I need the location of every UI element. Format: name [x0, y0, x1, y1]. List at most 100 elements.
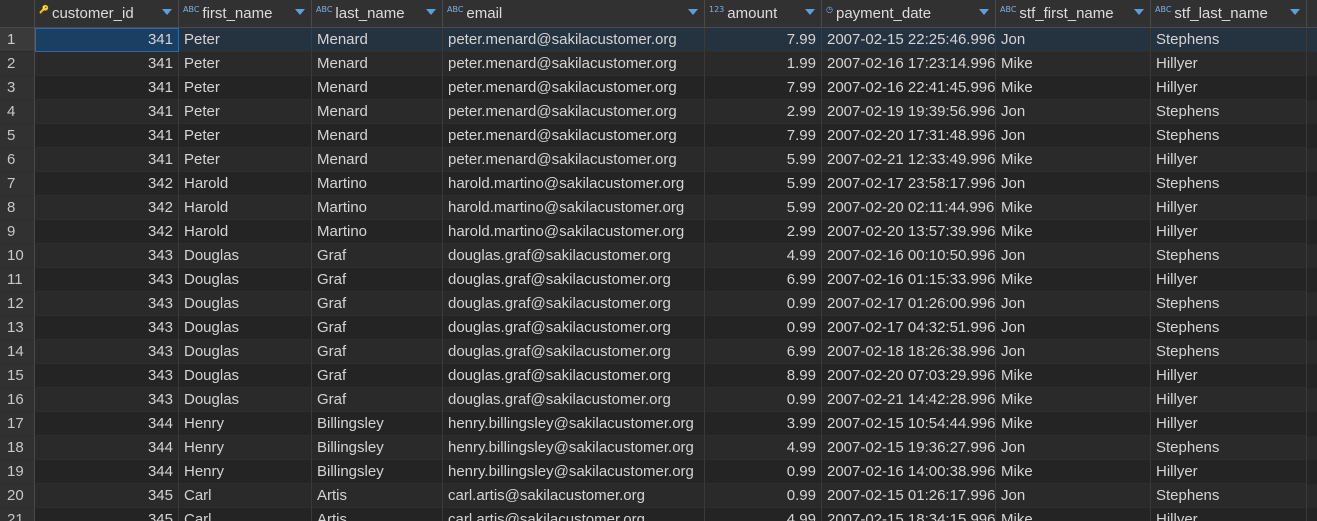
cell-customer-id[interactable]: 345: [35, 484, 179, 508]
cell-payment-date[interactable]: 2007-02-21 12:33:49.996: [822, 148, 996, 172]
cell-last-name[interactable]: Menard: [312, 100, 443, 124]
sort-filter-chevron-icon[interactable]: [688, 9, 698, 15]
cell-customer-id[interactable]: 341: [35, 148, 179, 172]
cell-payment-date[interactable]: 2007-02-17 01:26:00.996: [822, 292, 996, 316]
cell-stf-first-name[interactable]: Mike: [996, 460, 1151, 484]
table-row[interactable]: 11 343 Douglas Graf douglas.graf@sakilacusto…: [0, 268, 1317, 292]
cell-first-name[interactable]: Harold: [179, 196, 312, 220]
cell-payment-date[interactable]: 2007-02-20 07:03:29.996: [822, 364, 996, 388]
cell-customer-id[interactable]: 341: [35, 52, 179, 76]
cell-first-name[interactable]: Douglas: [179, 268, 312, 292]
cell-first-name[interactable]: Douglas: [179, 388, 312, 412]
cell-last-name[interactable]: Graf: [312, 364, 443, 388]
cell-last-name[interactable]: Graf: [312, 388, 443, 412]
cell-stf-last-name[interactable]: Hillyer: [1151, 364, 1307, 388]
cell-stf-first-name[interactable]: Jon: [996, 244, 1151, 268]
cell-stf-last-name[interactable]: Stephens: [1151, 292, 1307, 316]
row-number[interactable]: 12: [0, 292, 35, 316]
cell-email[interactable]: peter.menard@sakilacustomer.org: [443, 124, 705, 148]
column-header-payment-date[interactable]: ◷ payment_date: [822, 0, 996, 27]
cell-email[interactable]: harold.martino@sakilacustomer.org: [443, 172, 705, 196]
cell-email[interactable]: douglas.graf@sakilacustomer.org: [443, 364, 705, 388]
table-row[interactable]: 9 342 Harold Martino harold.martino@sakilacu…: [0, 220, 1317, 244]
cell-first-name[interactable]: Peter: [179, 148, 312, 172]
cell-stf-last-name[interactable]: Stephens: [1151, 484, 1307, 508]
cell-email[interactable]: carl.artis@sakilacustomer.org: [443, 508, 705, 521]
cell-payment-date[interactable]: 2007-02-19 19:39:56.996: [822, 100, 996, 124]
cell-payment-date[interactable]: 2007-02-15 22:25:46.996: [822, 28, 996, 52]
cell-email[interactable]: douglas.graf@sakilacustomer.org: [443, 388, 705, 412]
cell-stf-first-name[interactable]: Mike: [996, 196, 1151, 220]
table-row[interactable]: 20 345 Carl Artis carl.artis@sakilacustomer.…: [0, 484, 1317, 508]
cell-stf-last-name[interactable]: Stephens: [1151, 244, 1307, 268]
column-header-customer-id[interactable]: 🔑 customer_id: [35, 0, 179, 27]
cell-stf-last-name[interactable]: Stephens: [1151, 124, 1307, 148]
cell-customer-id[interactable]: 342: [35, 196, 179, 220]
cell-stf-last-name[interactable]: Stephens: [1151, 340, 1307, 364]
cell-amount[interactable]: 3.99: [705, 412, 822, 436]
cell-stf-last-name[interactable]: Hillyer: [1151, 460, 1307, 484]
cell-amount[interactable]: 6.99: [705, 340, 822, 364]
cell-email[interactable]: douglas.graf@sakilacustomer.org: [443, 292, 705, 316]
cell-first-name[interactable]: Harold: [179, 220, 312, 244]
cell-first-name[interactable]: Carl: [179, 508, 312, 521]
cell-stf-first-name[interactable]: Jon: [996, 340, 1151, 364]
select-all-corner[interactable]: [0, 0, 35, 27]
cell-stf-first-name[interactable]: Mike: [996, 268, 1151, 292]
row-number[interactable]: 20: [0, 484, 35, 508]
cell-stf-first-name[interactable]: Mike: [996, 76, 1151, 100]
cell-first-name[interactable]: Douglas: [179, 364, 312, 388]
cell-amount[interactable]: 0.99: [705, 292, 822, 316]
column-header-last-name[interactable]: ABC last_name: [312, 0, 443, 27]
column-header-amount[interactable]: 123 amount: [705, 0, 822, 27]
cell-email[interactable]: peter.menard@sakilacustomer.org: [443, 148, 705, 172]
table-row[interactable]: 5 341 Peter Menard peter.menard@sakilacustom…: [0, 124, 1317, 148]
cell-stf-first-name[interactable]: Mike: [996, 508, 1151, 521]
table-row[interactable]: 8 342 Harold Martino harold.martino@sakilacu…: [0, 196, 1317, 220]
cell-last-name[interactable]: Martino: [312, 172, 443, 196]
row-number[interactable]: 8: [0, 196, 35, 220]
column-header-stf-first-name[interactable]: ABC stf_first_name: [996, 0, 1151, 27]
table-row[interactable]: 18 344 Henry Billingsley henry.billingsley@s…: [0, 436, 1317, 460]
cell-amount[interactable]: 4.99: [705, 508, 822, 521]
cell-first-name[interactable]: Douglas: [179, 316, 312, 340]
cell-stf-first-name[interactable]: Mike: [996, 148, 1151, 172]
table-row[interactable]: 15 343 Douglas Graf douglas.graf@sakilacusto…: [0, 364, 1317, 388]
cell-payment-date[interactable]: 2007-02-20 17:31:48.996: [822, 124, 996, 148]
cell-last-name[interactable]: Martino: [312, 196, 443, 220]
cell-email[interactable]: carl.artis@sakilacustomer.org: [443, 484, 705, 508]
cell-stf-first-name[interactable]: Jon: [996, 28, 1151, 52]
cell-first-name[interactable]: Douglas: [179, 340, 312, 364]
table-row[interactable]: 2 341 Peter Menard peter.menard@sakilacustom…: [0, 52, 1317, 76]
table-row[interactable]: 1 341 Peter Menard peter.menard@sakilacustom…: [0, 28, 1317, 52]
cell-stf-last-name[interactable]: Hillyer: [1151, 268, 1307, 292]
cell-payment-date[interactable]: 2007-02-15 19:36:27.996: [822, 436, 996, 460]
cell-amount[interactable]: 2.99: [705, 100, 822, 124]
cell-email[interactable]: douglas.graf@sakilacustomer.org: [443, 316, 705, 340]
cell-last-name[interactable]: Graf: [312, 292, 443, 316]
cell-stf-first-name[interactable]: Mike: [996, 388, 1151, 412]
cell-amount[interactable]: 2.99: [705, 220, 822, 244]
column-header-email[interactable]: ABC email: [443, 0, 705, 27]
cell-customer-id[interactable]: 341: [35, 100, 179, 124]
cell-payment-date[interactable]: 2007-02-18 18:26:38.996: [822, 340, 996, 364]
table-row[interactable]: 21 345 Carl Artis carl.artis@sakilacustomer.…: [0, 508, 1317, 521]
row-number[interactable]: 5: [0, 124, 35, 148]
row-number[interactable]: 6: [0, 148, 35, 172]
cell-first-name[interactable]: Peter: [179, 124, 312, 148]
cell-last-name[interactable]: Artis: [312, 508, 443, 521]
cell-first-name[interactable]: Carl: [179, 484, 312, 508]
sort-filter-chevron-icon[interactable]: [295, 9, 305, 15]
row-number[interactable]: 9: [0, 220, 35, 244]
sort-filter-chevron-icon[interactable]: [1290, 9, 1300, 15]
cell-customer-id[interactable]: 344: [35, 412, 179, 436]
cell-stf-last-name[interactable]: Stephens: [1151, 28, 1307, 52]
cell-payment-date[interactable]: 2007-02-21 14:42:28.996: [822, 388, 996, 412]
cell-first-name[interactable]: Douglas: [179, 244, 312, 268]
cell-payment-date[interactable]: 2007-02-16 01:15:33.996: [822, 268, 996, 292]
cell-amount[interactable]: 5.99: [705, 196, 822, 220]
cell-stf-last-name[interactable]: Hillyer: [1151, 412, 1307, 436]
cell-amount[interactable]: 4.99: [705, 244, 822, 268]
cell-first-name[interactable]: Peter: [179, 100, 312, 124]
cell-customer-id[interactable]: 341: [35, 124, 179, 148]
